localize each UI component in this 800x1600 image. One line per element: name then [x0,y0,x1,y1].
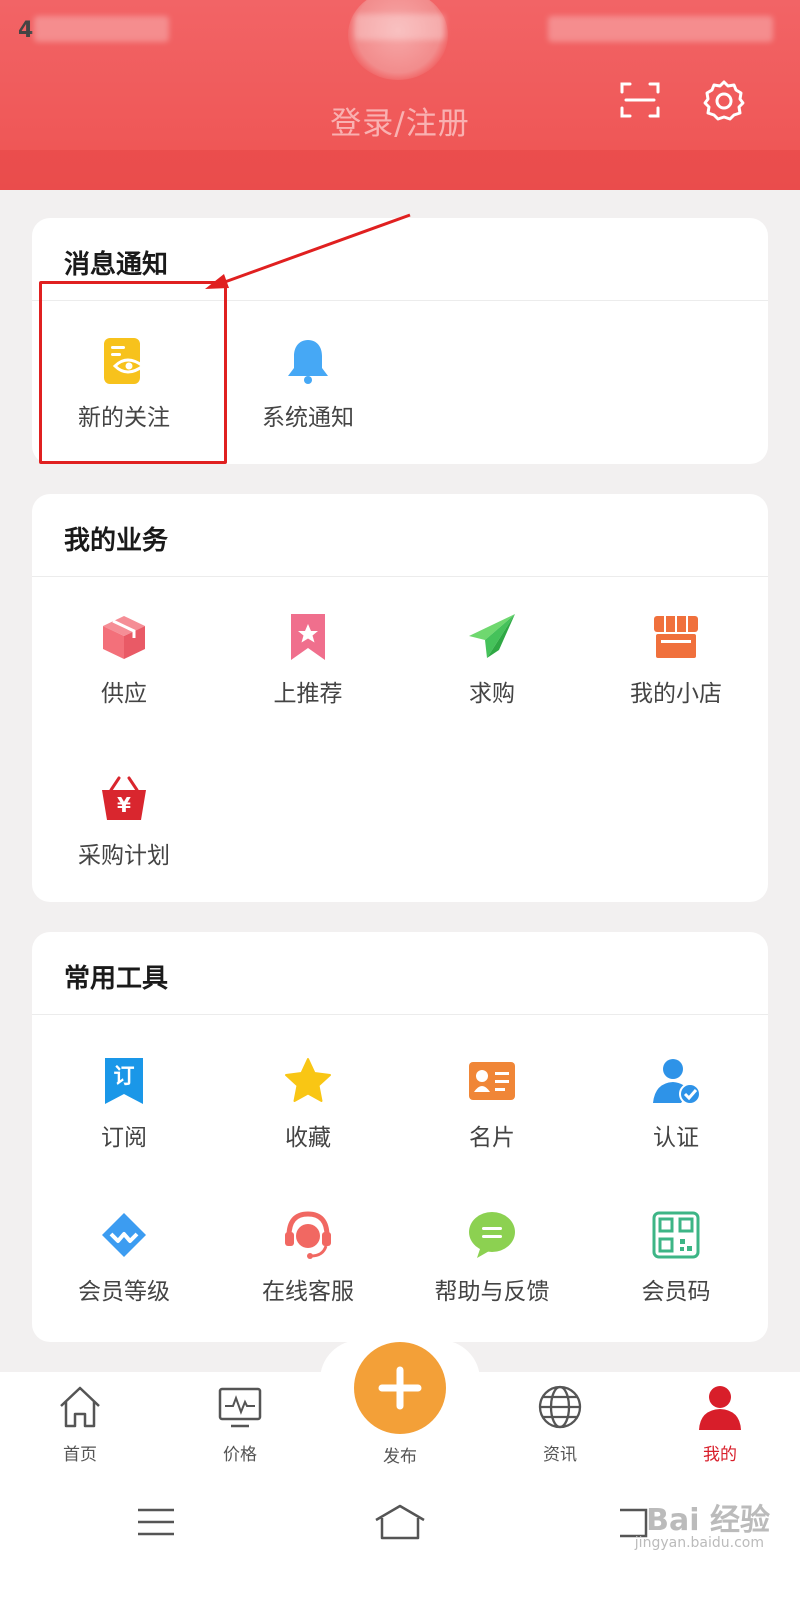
item-label: 在线客服 [262,1279,354,1305]
tab-label: 资讯 [543,1445,577,1465]
status-bar-time: 4 [18,18,34,43]
bookmark-star-icon [291,614,325,660]
subscribe-glyph: 订 [113,1064,135,1088]
publish-button[interactable] [354,1342,446,1434]
scan-icon[interactable] [618,78,662,122]
item-label: 我的小店 [630,681,722,707]
item-label: 认证 [653,1125,699,1151]
box-icon [103,616,145,659]
item-label: 名片 [469,1125,515,1151]
item-label: 订阅 [101,1125,147,1151]
star-icon [285,1058,331,1102]
basket-icon: ¥ [102,776,146,820]
item-label: 收藏 [285,1125,331,1151]
customer-service-icon [285,1211,331,1259]
member-code-item[interactable]: 会员码 [584,1210,768,1310]
section-title: 消息通知 [64,250,169,280]
globe-icon [538,1385,582,1429]
online-service-item[interactable]: 在线客服 [216,1210,400,1310]
favorites-item[interactable]: 收藏 [216,1056,400,1156]
business-card: 我的业务 供应 上推荐 求购 我的小店 ¥ 采购计划 [32,494,768,902]
purchase-request-item[interactable]: 求购 [400,612,584,712]
divider [32,1014,768,1015]
price-chart-icon [218,1387,262,1428]
tab-price[interactable]: 价格 [160,1372,320,1480]
qr-code-icon [652,1211,700,1259]
tab-mine[interactable]: 我的 [640,1372,800,1480]
help-feedback-item[interactable]: 帮助与反馈 [400,1210,584,1310]
item-label: 供应 [101,681,147,707]
watermark-logo: Bai 经验 [646,1503,770,1538]
user-icon [699,1386,741,1430]
tab-label: 价格 [223,1445,257,1465]
watermark-url: jingyan.baidu.com [634,1535,764,1551]
my-shop-item[interactable]: 我的小店 [584,612,768,712]
tab-news[interactable]: 资讯 [480,1372,640,1480]
status-bar-signal [34,16,169,42]
item-label: 上推荐 [273,681,343,707]
item-label: 会员等级 [78,1279,170,1305]
avatar[interactable] [348,0,448,80]
profile-header: 4 登录/注册 [0,0,800,190]
gear-icon[interactable] [702,78,746,122]
diamond-icon [102,1213,146,1257]
recommend-item[interactable]: 上推荐 [216,612,400,712]
login-register-link[interactable]: 登录/注册 [0,98,800,143]
tab-label: 我的 [703,1445,737,1465]
item-label: 帮助与反馈 [434,1279,550,1305]
menu-icon[interactable] [136,1506,176,1538]
tab-home[interactable]: 首页 [0,1372,160,1480]
system-notice-item[interactable]: 系统通知 [216,336,400,436]
purchase-plan-item[interactable]: ¥ 采购计划 [32,774,216,874]
verification-item[interactable]: 认证 [584,1056,768,1156]
status-bar-clock [355,14,445,40]
shop-icon [654,616,698,658]
item-label: 会员码 [641,1279,711,1305]
svg-text:¥: ¥ [117,793,131,817]
plus-icon [378,1366,422,1410]
business-card-item[interactable]: 名片 [400,1056,584,1156]
home-nav-icon[interactable] [372,1502,428,1542]
section-title: 常用工具 [64,964,169,994]
highlight-annotation-box [39,281,227,464]
tools-card: 常用工具 订 订阅 收藏 名片 认证 会员等级 在线客服 帮助与反馈 会员码 [32,932,768,1342]
subscribe-item[interactable]: 订 订阅 [32,1056,216,1156]
tab-label: 发布 [383,1447,417,1467]
item-label: 采购计划 [78,843,170,869]
business-card-icon [469,1062,515,1100]
paper-plane-icon [469,614,515,658]
bell-icon [288,340,328,384]
verified-user-icon [653,1059,701,1105]
status-bar-battery [548,16,773,42]
section-title: 我的业务 [64,526,169,556]
item-label: 求购 [469,681,515,707]
member-level-item[interactable]: 会员等级 [32,1210,216,1310]
home-icon [60,1386,100,1428]
chat-bubble-icon [469,1212,515,1258]
item-label: 系统通知 [262,405,354,431]
supply-item[interactable]: 供应 [32,612,216,712]
divider [32,576,768,577]
header-band [0,150,800,190]
tab-label: 首页 [63,1445,97,1465]
